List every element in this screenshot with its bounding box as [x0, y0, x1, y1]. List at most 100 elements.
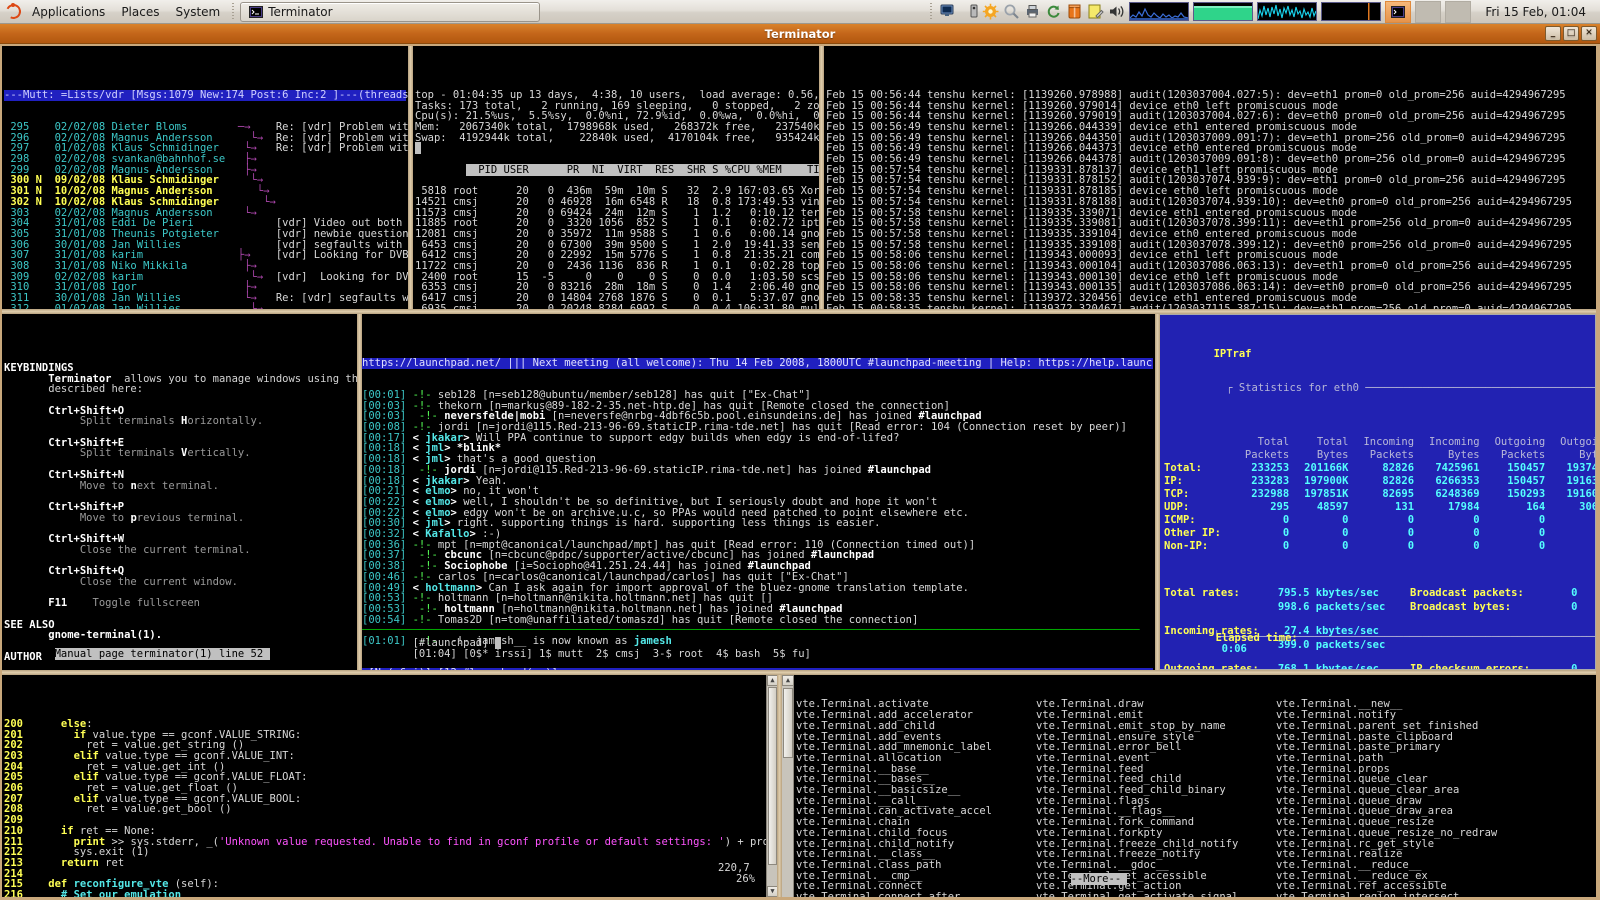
mutt-message-list[interactable]: 295 02/02/08 Dieter Bloms ─→ Re: [vdr] P… — [4, 122, 406, 309]
accessibility-icon[interactable] — [961, 3, 978, 20]
terminal-pane-irssi[interactable]: https://launchpad.net/ ||| Next meeting … — [360, 314, 1155, 670]
menu-places[interactable]: Places — [113, 0, 167, 24]
network-load-graph[interactable] — [1257, 2, 1317, 21]
table-row: Other IP:000000 — [1163, 527, 1596, 540]
manpage-cursor — [263, 648, 269, 660]
terminal-pane-iptraf[interactable]: IPTraf ┌ Statistics for eth0 ───────────… — [1158, 314, 1596, 670]
terminal-pane-vim[interactable]: 200 else:201 if value.type == gconf.VALU… — [2, 675, 777, 897]
close-button[interactable]: ✕ — [1581, 26, 1597, 41]
splitter-vim-pydoc[interactable] — [777, 675, 782, 897]
vim-percent: 26% — [736, 873, 755, 885]
irssi-message-log: [00:01] -!- seb128 [n=seb128@ubuntu/memb… — [362, 390, 1153, 647]
table-row: Total:233253201166K828267425961150457193… — [1163, 462, 1596, 475]
list-item: vte.Terminal.connect_after — [796, 892, 1036, 897]
bug-buddy-icon[interactable] — [982, 3, 999, 20]
dmesg-log-lines: Feb 15 00:56:44 tenshu kernel: [1139260.… — [826, 90, 1594, 309]
manpage-line: Close the current window. — [4, 577, 355, 588]
terminator-window: Terminator _ □ ✕ ---Mutt: =Lists/vdr [Ms… — [0, 24, 1600, 900]
terminal-pane-pydoc[interactable]: vte.Terminal.activatevte.Terminal.add_ac… — [782, 675, 1596, 897]
column-header: Outgoing — [1546, 436, 1596, 449]
pydoc-scrollbar-thumb[interactable] — [783, 688, 793, 758]
column-header: Incoming — [1349, 436, 1415, 449]
list-item: vte.Terminal.parent_set_finished — [1276, 721, 1516, 732]
package-icon[interactable] — [1066, 3, 1083, 20]
list-item: vte.Terminal.region_intersect — [1276, 892, 1516, 897]
terminal-pane-manpage[interactable]: KEYBINDINGS Terminator allows you to man… — [2, 314, 357, 670]
table-row: 14521 cmsj 20 0 46928 16m 6548 R 18 0.8 … — [415, 197, 817, 208]
column-header: Bytes — [1290, 449, 1349, 462]
manpage-line: described here: — [4, 384, 355, 395]
workspace-switcher-2[interactable] — [1415, 1, 1441, 23]
pydoc-column-3: vte.Terminal.__new__vte.Terminal.notifyv… — [1276, 699, 1516, 897]
code-line[interactable]: 216 # Set our emulation — [4, 890, 775, 897]
notepad-icon[interactable] — [1087, 3, 1104, 20]
splitter-row1-row2[interactable] — [2, 309, 1596, 314]
pydoc-scroll-up-arrow-icon[interactable]: ▲ — [782, 675, 794, 686]
column-header: Packets — [1231, 449, 1290, 462]
panel-separator — [232, 3, 234, 21]
scroll-down-arrow-icon[interactable]: ▼ — [767, 886, 777, 897]
volume-icon[interactable] — [1108, 3, 1125, 20]
top-column-headers: PID USER PR NI VIRT RES SHR S %CPU %MEM … — [466, 164, 819, 176]
update-icon[interactable] — [1045, 3, 1062, 20]
manpage-line: Close the current terminal. — [4, 545, 355, 556]
terminator-taskbar-icon[interactable] — [1385, 1, 1411, 23]
column-header: Bytes — [1546, 449, 1596, 462]
window-titlebar: Terminator _ □ ✕ — [0, 24, 1600, 44]
workspace-switcher-3[interactable] — [1445, 1, 1471, 23]
code-line[interactable]: 213 return ret — [4, 858, 775, 869]
code-line[interactable]: 208 ret = value.get_bool () — [4, 804, 775, 815]
manpage-keybinding: F11 Toggle fullscreen — [4, 598, 355, 609]
printer-icon[interactable] — [1024, 3, 1041, 20]
splitter-man-irssi[interactable] — [357, 314, 362, 670]
cpu-load-graph[interactable] — [1129, 2, 1189, 21]
manpage-content: KEYBINDINGS Terminator allows you to man… — [4, 363, 355, 663]
taskbar-window-terminator[interactable]: Terminator — [240, 2, 540, 22]
display-icon[interactable] — [940, 3, 957, 20]
manpage-line: Split terminals Horizontally. — [4, 416, 355, 427]
table-row: 998.6 packets/secBroadcast bytes:0 — [1163, 600, 1578, 614]
maximize-button[interactable]: □ — [1563, 26, 1579, 41]
manpage-line: Move to next terminal. — [4, 481, 355, 492]
pydoc-more-prompt: --More-- — [1071, 873, 1122, 885]
terminal-icon — [249, 5, 263, 19]
vim-source-lines[interactable]: 200 else:201 if value.type == gconf.VALU… — [4, 719, 775, 897]
terminal-pane-dmesg[interactable]: Feb 15 00:56:44 tenshu kernel: [1139260.… — [824, 46, 1596, 309]
tray-separator — [930, 3, 932, 21]
table-row: IP:233283197900K828266266353150457191633… — [1163, 475, 1596, 488]
column-header: Packets — [1349, 449, 1415, 462]
menu-applications[interactable]: Applications — [24, 0, 113, 24]
pydoc-scrollbar[interactable]: ▲ — [782, 675, 794, 897]
splitter-top-dmesg[interactable] — [819, 46, 824, 309]
minimize-button[interactable]: _ — [1545, 26, 1561, 41]
menu-system[interactable]: System — [167, 0, 228, 24]
panel-clock[interactable]: Fri 15 Feb, 01:04 — [1475, 5, 1594, 19]
iptraf-title: IPTraf — [1214, 348, 1252, 360]
mutt-status-bar: ---Mutt: =Lists/vdr [Msgs:1079 New:174 P… — [4, 90, 406, 101]
top-summary: top - 01:04:35 up 13 days, 4:38, 10 user… — [415, 90, 817, 154]
table-row: Total rates:795.5 kbytes/secBroadcast pa… — [1163, 586, 1578, 600]
terminal-pane-mutt[interactable]: ---Mutt: =Lists/vdr [Msgs:1079 New:174 P… — [2, 46, 408, 309]
splitter-irssi-iptraf[interactable] — [1155, 314, 1160, 670]
splitter-row2-row3[interactable] — [2, 670, 1596, 675]
manpage-line: Move to previous terminal. — [4, 513, 355, 524]
iptraf-statistics-table: TotalTotalIncomingIncomingOutgoingOutgoi… — [1163, 436, 1596, 553]
vim-scrollbar-thumb[interactable] — [768, 687, 777, 865]
scroll-up-arrow-icon[interactable]: ▲ — [767, 675, 777, 686]
splitter-mutt-top[interactable] — [408, 46, 413, 309]
manpage-line: Split terminals Vertically. — [4, 448, 355, 459]
taskbar-window-label: Terminator — [268, 5, 332, 19]
table-row: Non-IP:000000 — [1163, 540, 1596, 553]
irssi-window-list: [01:04] [0$* irssi] 1$ mutt 2$ cmsj 3-$ … — [413, 648, 811, 660]
ubuntu-logo-icon[interactable] — [6, 4, 21, 19]
top-process-list: 5818 root 20 0 436m 59m 10m S 32 2.9 167… — [415, 186, 817, 309]
column-header: Packets — [1481, 449, 1547, 462]
memory-load-graph[interactable] — [1193, 2, 1253, 21]
terminal-pane-top[interactable]: top - 01:04:35 up 13 days, 4:38, 10 user… — [413, 46, 819, 309]
vim-scrollbar[interactable]: ▲ ▼ — [766, 675, 777, 897]
top-summary-line: Swap: 4192944k total, 22840k used, 41701… — [415, 133, 817, 144]
gnome-top-panel: Applications Places System Terminator — [0, 0, 1600, 24]
search-icon[interactable] — [1003, 3, 1020, 20]
disk-load-graph[interactable] — [1321, 2, 1381, 21]
log-line: Feb 15 00:56:44 tenshu kernel: [1139260.… — [826, 90, 1594, 101]
